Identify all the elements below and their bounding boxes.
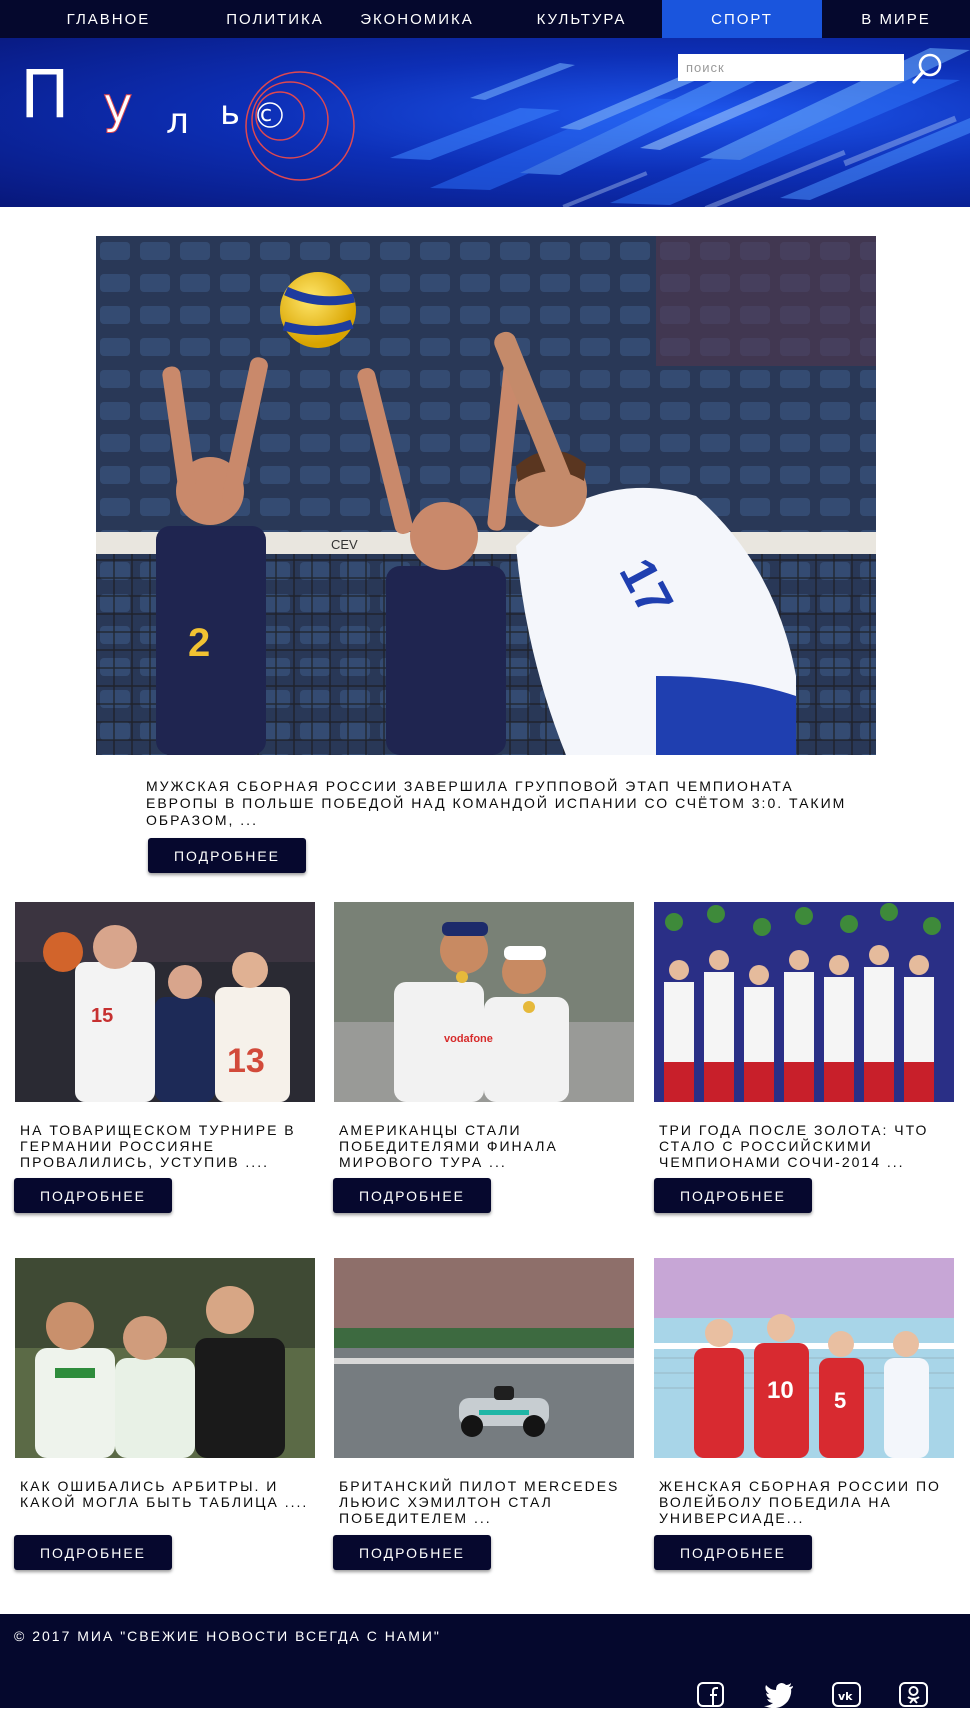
nav-item-sport[interactable]: СПОРТ xyxy=(662,0,822,38)
svg-text:CEV: CEV xyxy=(331,537,358,552)
card-more-button-beach-volleyball[interactable]: ПОДРОБНЕЕ xyxy=(333,1178,491,1213)
odnoklassniki-icon[interactable] xyxy=(898,1681,930,1709)
search-input[interactable] xyxy=(678,54,904,81)
twitter-icon[interactable] xyxy=(763,1681,795,1709)
card-more-button-formula-one[interactable]: ПОДРОБНЕЕ xyxy=(333,1535,491,1570)
card-image-women-volleyball[interactable]: 10 5 xyxy=(654,1258,954,1458)
nav-item-main[interactable]: ГЛАВНОЕ xyxy=(0,0,217,38)
svg-text:13: 13 xyxy=(227,1042,265,1080)
hero-image[interactable]: CEV 2 17 xyxy=(96,236,876,755)
card-more-button-football-referee[interactable]: ПОДРОБНЕЕ xyxy=(14,1535,172,1570)
header-banner: П у л ь с xyxy=(0,38,970,207)
card-text-formula-one: БРИТАНСКИЙ ПИЛОТ MERCEDES ЛЬЮИС ХЭМИЛТОН… xyxy=(339,1478,620,1526)
svg-text:10: 10 xyxy=(767,1377,794,1404)
card-image-basketball[interactable]: 15 13 xyxy=(15,902,315,1102)
nav-item-culture[interactable]: КУЛЬТУРА xyxy=(501,0,662,38)
footer-copyright: © 2017 МИА "СВЕЖИЕ НОВОСТИ ВСЕГДА С НАМИ… xyxy=(14,1628,441,1644)
search-icon[interactable] xyxy=(911,52,945,86)
card-text-basketball: НА ТОВАРИЩЕСКОМ ТУРНИРЕ В ГЕРМАНИИ РОССИ… xyxy=(20,1122,296,1170)
site-logo[interactable]: П у л ь с xyxy=(0,38,380,207)
nav-item-economy[interactable]: ЭКОНОМИКА xyxy=(333,0,501,38)
footer: © 2017 МИА "СВЕЖИЕ НОВОСТИ ВСЕГДА С НАМИ… xyxy=(0,1614,970,1709)
svg-text:vodafone: vodafone xyxy=(444,1033,493,1045)
card-text-olympic-podium: ТРИ ГОДА ПОСЛЕ ЗОЛОТА: ЧТО СТАЛО С РОССИ… xyxy=(659,1122,929,1170)
card-image-football-referee[interactable] xyxy=(15,1258,315,1458)
card-more-button-women-volleyball[interactable]: ПОДРОБНЕЕ xyxy=(654,1535,812,1570)
card-image-olympic-podium[interactable] xyxy=(654,902,954,1102)
svg-text:15: 15 xyxy=(91,1005,113,1027)
search-bar xyxy=(678,53,942,84)
card-text-beach-volleyball: АМЕРИКАНЦЫ СТАЛИ ПОБЕДИТЕЛЯМИ ФИНАЛА МИР… xyxy=(339,1122,558,1170)
card-more-button-basketball[interactable]: ПОДРОБНЕЕ xyxy=(14,1178,172,1213)
card-more-button-olympic-podium[interactable]: ПОДРОБНЕЕ xyxy=(654,1178,812,1213)
card-text-football-referee: КАК ОШИБАЛИСЬ АРБИТРЫ. И КАКОЙ МОГЛА БЫТ… xyxy=(20,1478,309,1510)
card-image-formula-one[interactable] xyxy=(334,1258,634,1458)
svg-text:2: 2 xyxy=(188,621,210,665)
card-text-women-volleyball: ЖЕНСКАЯ СБОРНАЯ РОССИИ ПО ВОЛЕЙБОЛУ ПОБЕ… xyxy=(659,1478,941,1526)
card-image-beach-volleyball[interactable]: vodafone xyxy=(334,902,634,1102)
hero-more-button[interactable]: ПОДРОБНЕЕ xyxy=(148,838,306,873)
facebook-icon[interactable] xyxy=(695,1681,727,1709)
top-navigation: ГЛАВНОЕ ПОЛИТИКА ЭКОНОМИКА КУЛЬТУРА СПОР… xyxy=(0,0,970,38)
hero-article-text: МУЖСКАЯ СБОРНАЯ РОССИИ ЗАВЕРШИЛА ГРУППОВ… xyxy=(146,778,847,828)
vk-icon[interactable]: vk xyxy=(831,1681,863,1709)
nav-item-politics[interactable]: ПОЛИТИКА xyxy=(217,0,333,38)
nav-item-world[interactable]: В МИРЕ xyxy=(822,0,970,38)
svg-text:vk: vk xyxy=(838,1690,853,1703)
svg-text:5: 5 xyxy=(834,1388,846,1413)
